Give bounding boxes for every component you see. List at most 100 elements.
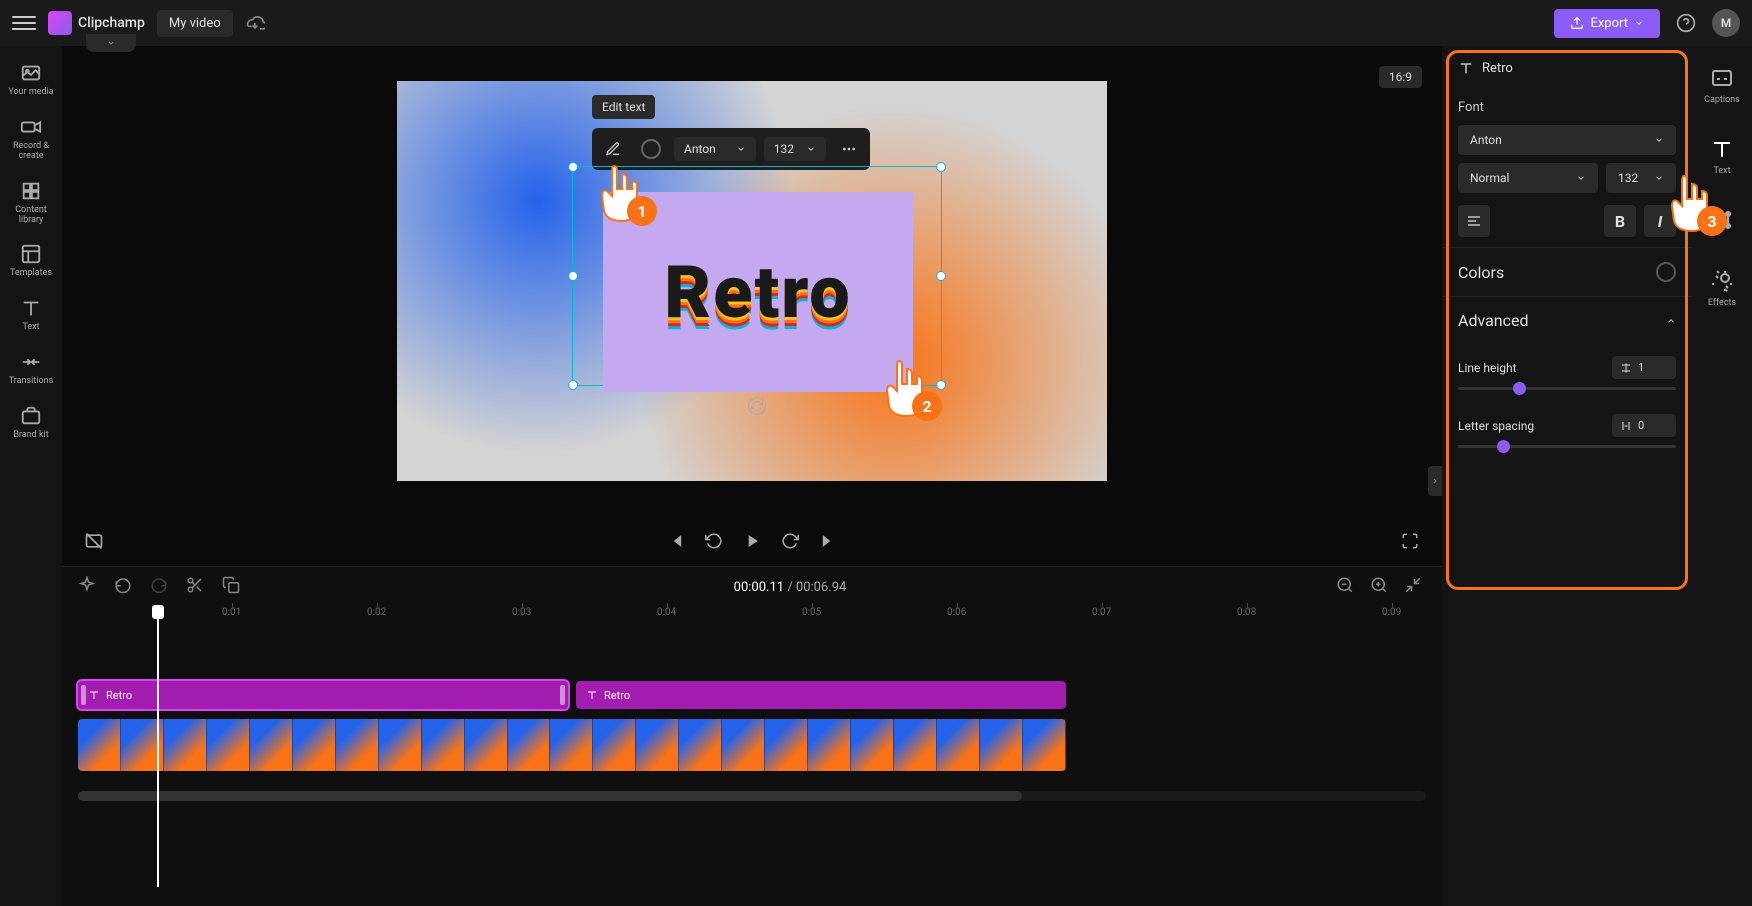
video-clip[interactable]: [78, 719, 1066, 771]
panel-collapse-button[interactable]: [1428, 466, 1442, 496]
chevron-down-icon: [1576, 173, 1586, 183]
slider-thumb[interactable]: [1513, 382, 1526, 395]
video-thumbnail: [550, 719, 593, 771]
line-height-icon: [1620, 362, 1632, 374]
magic-button[interactable]: [78, 576, 100, 598]
pencil-icon: [605, 141, 621, 157]
video-thumbnail: [894, 719, 937, 771]
hide-overlay-button[interactable]: [82, 529, 106, 553]
zoom-in-button[interactable]: [1370, 576, 1392, 598]
effects-icon: [1710, 269, 1734, 293]
align-left-icon: [1466, 213, 1482, 229]
fit-button[interactable]: [1404, 576, 1426, 598]
props-header: Retro: [1442, 60, 1692, 90]
timeline-scrollbar[interactable]: [78, 791, 1426, 801]
sidebar-your-media[interactable]: Your media: [3, 54, 59, 106]
copy-button[interactable]: [222, 576, 244, 598]
resize-handle-mr[interactable]: [936, 271, 946, 281]
letter-spacing-slider[interactable]: [1458, 445, 1676, 448]
topbar-left: Clipchamp My video: [12, 10, 265, 37]
line-height-slider[interactable]: [1458, 387, 1676, 390]
text-clip-2[interactable]: Retro: [576, 681, 1066, 709]
text-content-box[interactable]: Retro: [603, 192, 913, 392]
undo-button[interactable]: [114, 576, 136, 598]
scrollbar-thumb[interactable]: [78, 791, 1022, 801]
properties-panel: Retro Font Anton Normal 132: [1442, 46, 1692, 906]
help-button[interactable]: [1672, 9, 1700, 37]
forward-button[interactable]: [778, 529, 802, 553]
scissors-icon: [186, 576, 204, 594]
video-title-input[interactable]: My video: [157, 10, 233, 37]
color-picker-button[interactable]: [636, 134, 666, 164]
canvas-stage[interactable]: 16:9 Edit text Anton 132: [62, 46, 1442, 516]
skip-back-button[interactable]: [664, 529, 688, 553]
playhead[interactable]: [157, 607, 159, 887]
font-family-select[interactable]: Anton: [1458, 125, 1676, 155]
more-options-button[interactable]: [834, 134, 864, 164]
redo-icon: [150, 576, 168, 594]
font-size-select[interactable]: 132: [1606, 163, 1676, 193]
right-sidebar: Captions Text Effects: [1692, 46, 1752, 906]
color-swatch-button[interactable]: [1656, 262, 1676, 282]
font-weight-select[interactable]: Normal: [1458, 163, 1598, 193]
clipchamp-icon: [48, 11, 72, 35]
video-thumbnail: [636, 719, 679, 771]
timeline-collapse-button[interactable]: [86, 34, 136, 52]
timeline-ruler[interactable]: 0:01 0:02 0:03 0:04 0:05 0:06 0:07 0:08 …: [62, 607, 1442, 631]
menu-button[interactable]: [12, 11, 36, 35]
sidebar-record[interactable]: Record & create: [3, 108, 59, 170]
play-button[interactable]: [740, 529, 764, 553]
rside-label: Captions: [1704, 95, 1740, 105]
video-preview[interactable]: Edit text Anton 132: [397, 81, 1107, 481]
font-size-dropdown[interactable]: 132: [764, 137, 826, 161]
resize-handle-ml[interactable]: [568, 271, 578, 281]
resize-handle-br[interactable]: [936, 380, 946, 390]
rewind-button[interactable]: [702, 529, 726, 553]
rotate-handle[interactable]: [748, 397, 766, 415]
resize-handle-tl[interactable]: [568, 162, 578, 172]
resize-handle-bl[interactable]: [568, 380, 578, 390]
zoom-out-button[interactable]: [1336, 576, 1358, 598]
text-icon: [586, 689, 598, 701]
edit-pencil-button[interactable]: [598, 134, 628, 164]
playback-right: [1398, 529, 1422, 553]
sidebar-templates[interactable]: Templates: [3, 235, 59, 287]
sidebar-content-library[interactable]: Content library: [3, 172, 59, 234]
sidebar-transitions[interactable]: Transitions: [3, 343, 59, 395]
text-selection-box[interactable]: Retro: [572, 166, 942, 386]
line-height-input[interactable]: 1: [1612, 356, 1676, 379]
aspect-ratio-badge[interactable]: 16:9: [1379, 66, 1422, 88]
text-clip-1[interactable]: Retro: [78, 681, 568, 709]
split-button[interactable]: [186, 576, 208, 598]
sidebar-label: Transitions: [9, 377, 54, 387]
sidebar-text[interactable]: Text: [3, 289, 59, 341]
fullscreen-button[interactable]: [1398, 529, 1422, 553]
sidebar-brand-kit[interactable]: Brand kit: [3, 397, 59, 449]
letter-spacing-input[interactable]: 0: [1612, 414, 1676, 437]
clip-trim-left[interactable]: [81, 685, 86, 705]
font-section: Font Anton Normal 132 B: [1442, 90, 1692, 247]
user-avatar[interactable]: M: [1712, 9, 1740, 37]
font-dropdown[interactable]: Anton: [674, 137, 756, 161]
export-button[interactable]: Export: [1554, 9, 1660, 38]
redo-button[interactable]: [150, 576, 172, 598]
bold-button[interactable]: B: [1604, 205, 1636, 237]
video-thumbnail: [593, 719, 636, 771]
rside-effects[interactable]: Effects: [1702, 263, 1742, 314]
rside-text[interactable]: Text: [1704, 131, 1740, 182]
rside-captions[interactable]: Captions: [1698, 60, 1746, 111]
video-thumbnail: [379, 719, 422, 771]
text-edit-toolbar: Anton 132: [592, 128, 870, 170]
clip-trim-right[interactable]: [560, 685, 565, 705]
italic-button[interactable]: I: [1644, 205, 1676, 237]
app-logo[interactable]: Clipchamp: [48, 11, 145, 35]
text-align-button[interactable]: [1458, 205, 1490, 237]
slider-thumb[interactable]: [1497, 440, 1510, 453]
resize-handle-tr[interactable]: [936, 162, 946, 172]
fullscreen-icon: [1401, 532, 1419, 550]
advanced-toggle[interactable]: Advanced: [1442, 296, 1692, 344]
skip-forward-button[interactable]: [816, 529, 840, 553]
ruler-tick: 0:08: [1237, 607, 1256, 618]
rside-transform[interactable]: [1704, 202, 1740, 243]
undo-icon: [114, 576, 132, 594]
